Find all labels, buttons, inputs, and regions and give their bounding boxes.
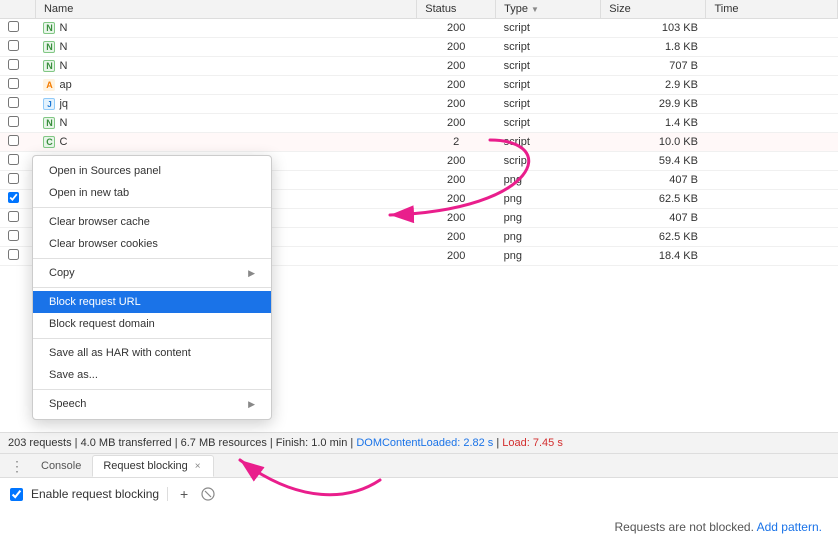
menu-copy[interactable]: Copy ▶ xyxy=(33,262,271,284)
menu-sep-5 xyxy=(33,389,271,390)
context-menu-overlay[interactable]: Open in Sources panel Open in new tab Cl… xyxy=(0,0,838,554)
menu-speech-arrow: ▶ xyxy=(248,399,255,410)
menu-save-har[interactable]: Save all as HAR with content xyxy=(33,342,271,364)
menu-speech[interactable]: Speech ▶ xyxy=(33,393,271,415)
menu-speech-label: Speech xyxy=(49,398,86,410)
menu-sep-2 xyxy=(33,258,271,259)
menu-block-domain[interactable]: Block request domain xyxy=(33,313,271,335)
menu-clear-cookies[interactable]: Clear browser cookies xyxy=(33,233,271,255)
menu-sep-3 xyxy=(33,287,271,288)
context-menu: Open in Sources panel Open in new tab Cl… xyxy=(32,155,272,420)
menu-open-sources[interactable]: Open in Sources panel xyxy=(33,160,271,182)
menu-copy-label: Copy xyxy=(49,267,75,279)
menu-sep-4 xyxy=(33,338,271,339)
menu-clear-cache[interactable]: Clear browser cache xyxy=(33,211,271,233)
menu-sep-1 xyxy=(33,207,271,208)
menu-open-tab[interactable]: Open in new tab xyxy=(33,182,271,204)
menu-copy-arrow: ▶ xyxy=(248,268,255,279)
menu-save-as[interactable]: Save as... xyxy=(33,364,271,386)
menu-block-url[interactable]: Block request URL xyxy=(33,291,271,313)
